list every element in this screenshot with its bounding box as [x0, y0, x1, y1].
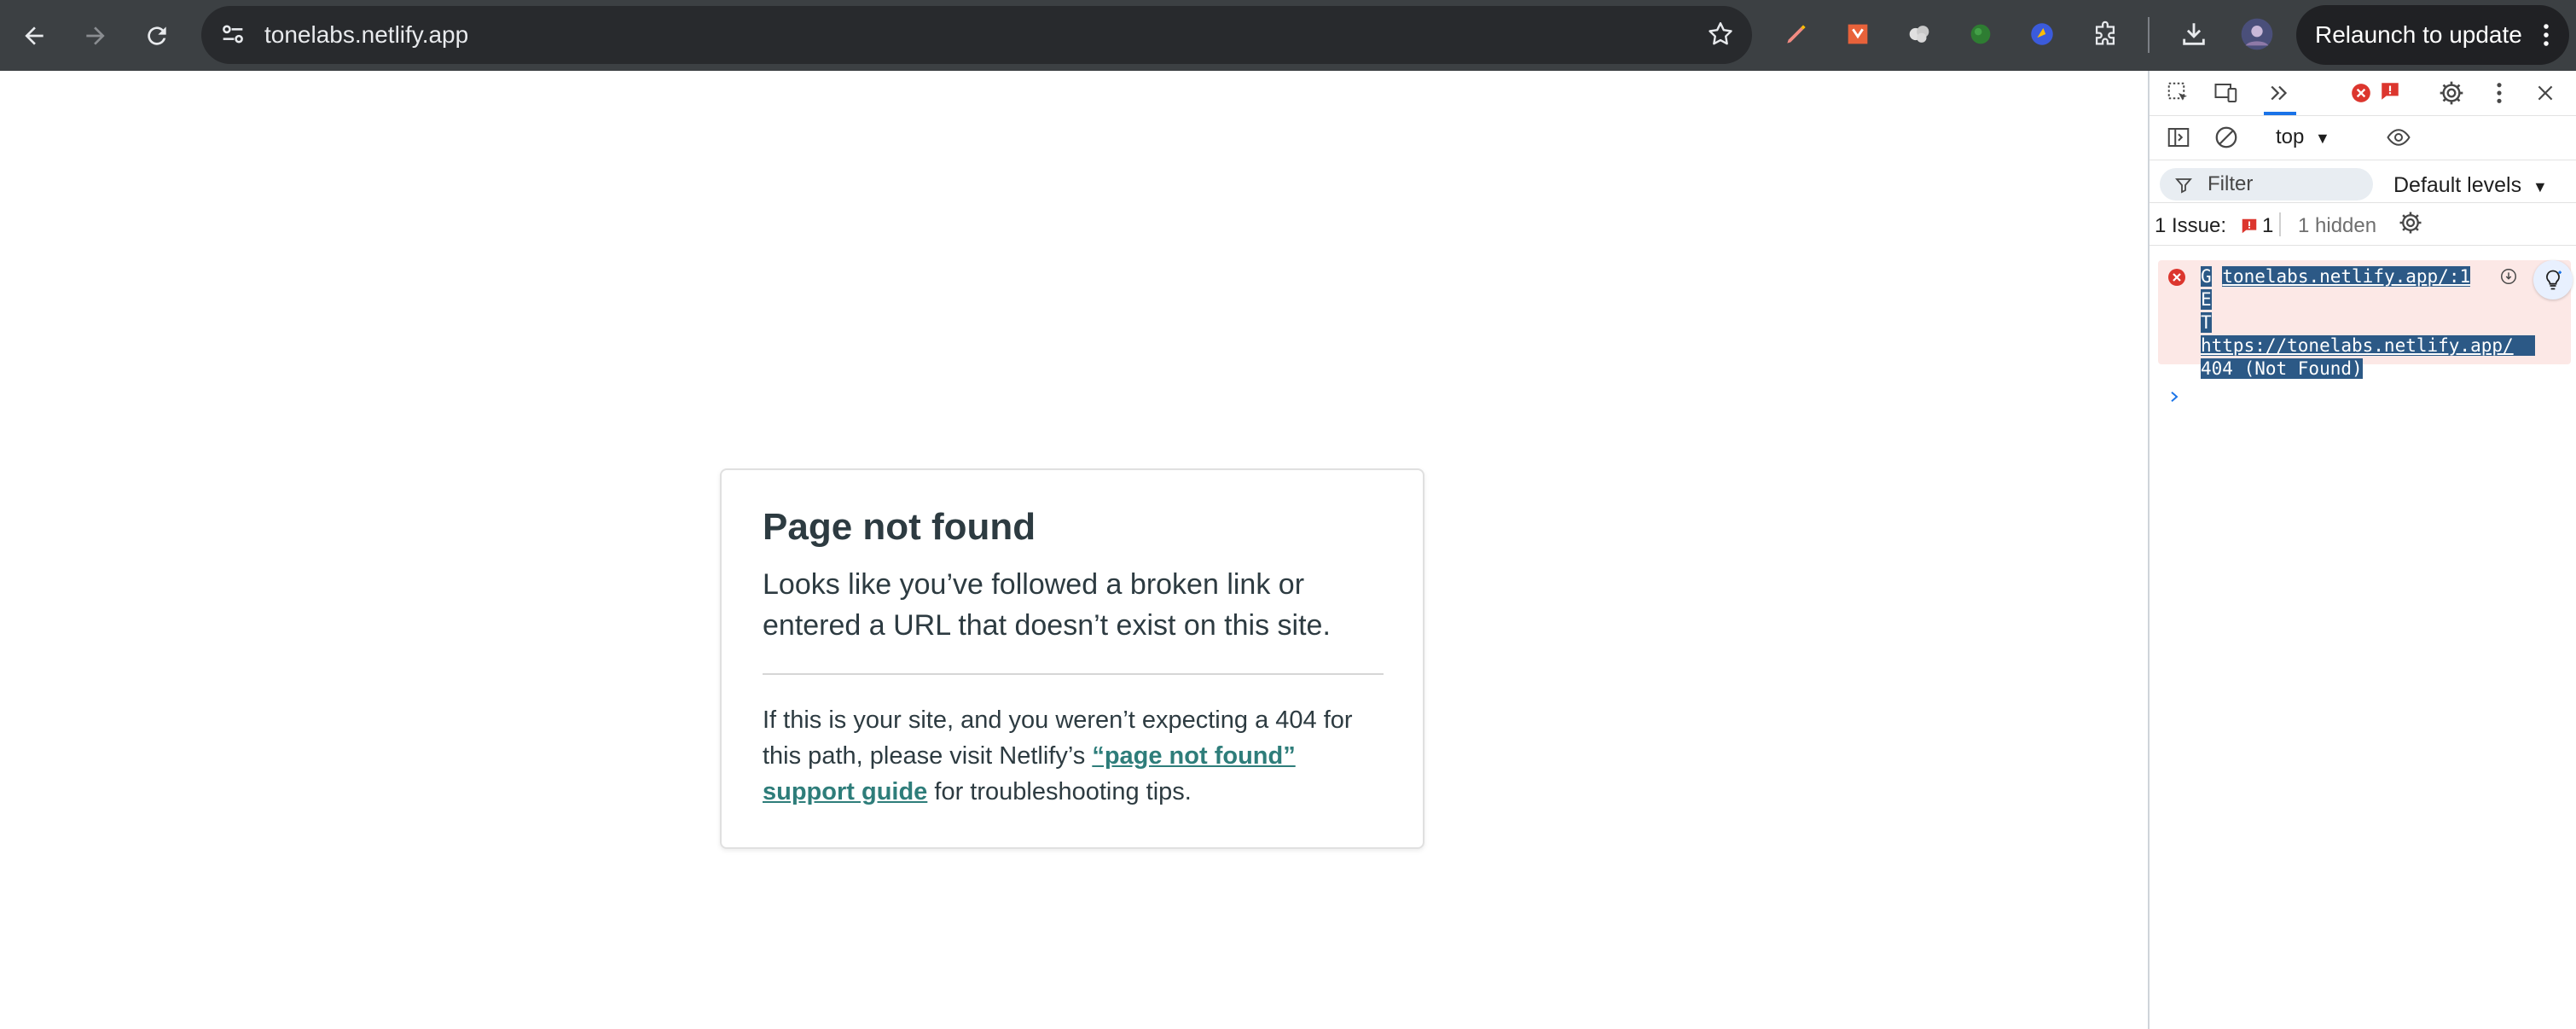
blue-extension-icon[interactable] — [2023, 15, 2061, 53]
issues-badge[interactable]: 1 — [2240, 214, 2273, 238]
relaunch-label: Relaunch to update — [2315, 21, 2522, 48]
issues-label: 1 Issue: — [2155, 214, 2227, 237]
context-selector[interactable]: top ▼ — [2276, 125, 2330, 149]
pen-extension-icon[interactable] — [1778, 15, 1815, 53]
error-method-t: T — [2201, 312, 2212, 333]
browser-toolbar: tonelabs.netlify.app Relaunch to update — [0, 0, 2576, 71]
divider — [763, 673, 1384, 675]
hidden-count: 1 hidden — [2298, 214, 2377, 237]
network-link-icon[interactable] — [2499, 267, 2518, 290]
more-vert-icon — [2542, 22, 2550, 54]
console-toolbar: top ▼ — [2150, 115, 2576, 160]
reload-icon — [148, 26, 166, 45]
reload-button[interactable] — [135, 14, 179, 58]
issues-bar: 1 Issue: 1 1 hidden — [2150, 202, 2576, 246]
page-title: Page not found — [763, 506, 1036, 548]
profile-avatar[interactable] — [2238, 15, 2276, 53]
devtools-menu-icon[interactable] — [2482, 76, 2516, 110]
device-toolbar-icon[interactable] — [2209, 76, 2243, 110]
back-icon — [25, 26, 44, 45]
error-url-link[interactable]: https://tonelabs.netlify.app/ — [2201, 335, 2514, 356]
tip-paragraph: If this is your site, and you weren’t ex… — [763, 702, 1394, 810]
cloud-extension-icon[interactable] — [1900, 15, 1938, 53]
context-label: top — [2276, 125, 2305, 148]
chevron-right-icon — [2171, 392, 2179, 402]
forward-button[interactable] — [73, 14, 118, 58]
error-source-link[interactable]: tonelabs.netlify.app/:1 — [2222, 266, 2471, 287]
green-extension-icon[interactable] — [1962, 15, 1999, 53]
issues-count: 1 — [2262, 214, 2274, 237]
error-icon — [2167, 267, 2187, 292]
error-method-g: G — [2201, 266, 2212, 287]
levels-label: Default levels — [2393, 173, 2522, 197]
brave-extension-icon[interactable] — [1839, 15, 1877, 53]
back-button[interactable] — [12, 14, 56, 58]
error-status: 404 (Not Found) — [2201, 358, 2363, 379]
chevron-down-icon: ▼ — [2532, 178, 2548, 195]
issues-separator — [2279, 212, 2281, 236]
error-message: G tonelabs.netlify.app/:1 E T https://to… — [2201, 266, 2535, 379]
devtools-tabbar — [2150, 71, 2576, 116]
bookmark-star-icon[interactable] — [1706, 20, 1735, 53]
settings-gear-icon[interactable] — [2434, 76, 2469, 110]
url-text: tonelabs.netlify.app — [264, 21, 469, 48]
console-settings-icon[interactable] — [2393, 206, 2428, 240]
log-levels-dropdown[interactable]: Default levels ▼ — [2393, 173, 2548, 198]
filter-row: Filter Default levels ▼ — [2150, 160, 2576, 203]
tip-text-after: for troubleshooting tips. — [927, 778, 1192, 805]
issue-count-icon[interactable] — [2373, 74, 2407, 108]
error-method-e: E — [2201, 289, 2212, 310]
inspect-icon[interactable] — [2161, 76, 2196, 110]
chevron-down-icon: ▼ — [2315, 130, 2330, 147]
issue-flag-icon — [2242, 218, 2257, 234]
forward-icon — [86, 26, 105, 45]
devtools-panel: top ▼ Filter Default levels ▼ 1 Issue: 1… — [2148, 71, 2576, 1029]
understand-error-button[interactable] — [2533, 260, 2573, 299]
filter-placeholder: Filter — [2208, 172, 2254, 195]
clear-console-icon[interactable] — [2209, 120, 2243, 154]
lead-text: Looks like you’ve followed a broken link… — [763, 568, 1331, 642]
not-found-card: Page not found Looks like you’ve followe… — [720, 468, 1424, 849]
site-settings-icon[interactable] — [218, 20, 247, 53]
eye-icon[interactable] — [2382, 120, 2416, 154]
address-bar[interactable]: tonelabs.netlify.app — [201, 6, 1752, 64]
console-error-entry[interactable]: G tonelabs.netlify.app/:1 E T https://to… — [2158, 260, 2573, 379]
more-tabs-icon[interactable] — [2262, 76, 2296, 110]
close-icon[interactable] — [2528, 76, 2562, 110]
lightbulb-icon — [2546, 270, 2561, 290]
filter-icon — [2173, 175, 2194, 201]
console-prompt-chevron[interactable] — [2167, 388, 2182, 410]
filter-input[interactable]: Filter — [2160, 168, 2373, 201]
relaunch-to-update-button[interactable]: Relaunch to update — [2296, 5, 2569, 65]
download-icon[interactable] — [2175, 15, 2213, 53]
toolbar-divider — [2148, 17, 2150, 53]
extensions-puzzle-icon[interactable] — [2086, 15, 2124, 53]
sidebar-toggle-icon[interactable] — [2161, 120, 2196, 154]
